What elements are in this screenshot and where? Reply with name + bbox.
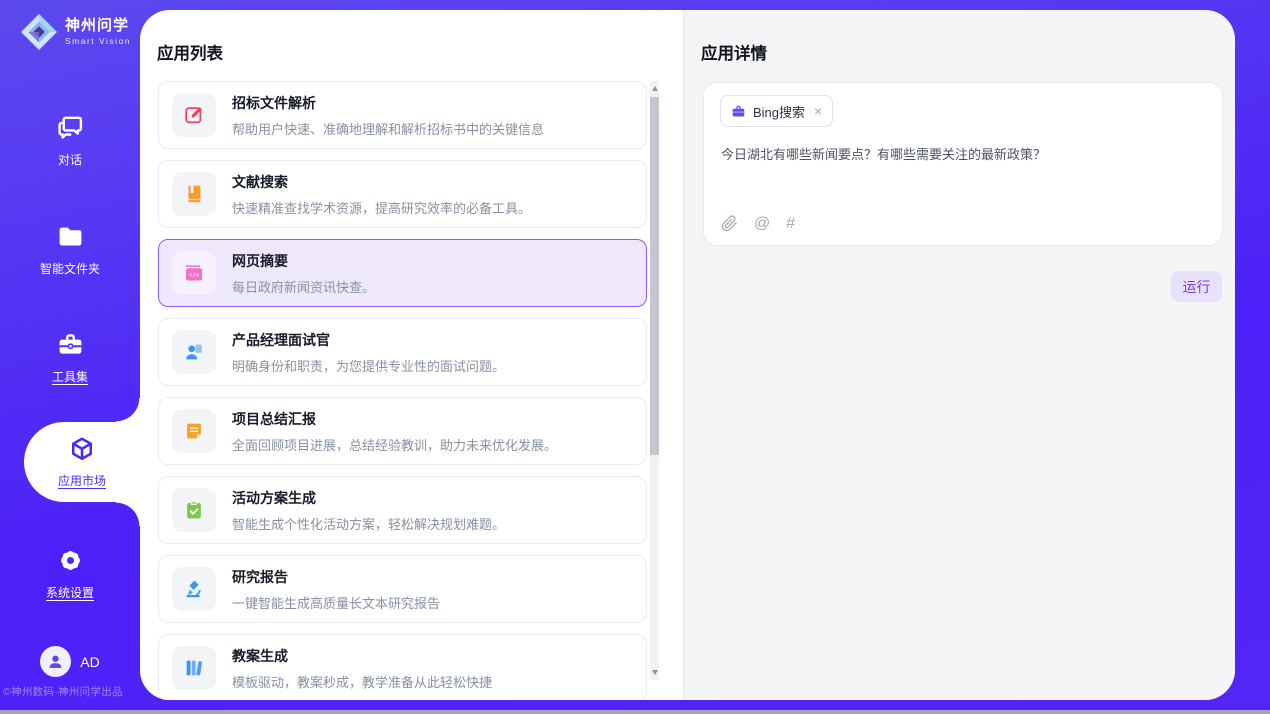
person-icon	[46, 652, 65, 671]
interviewer-icon	[172, 330, 216, 374]
app-item-webpage-summary[interactable]: </> 网页摘要 每日政府新闻资讯快查。	[158, 239, 647, 307]
app-item-pm-interviewer[interactable]: 产品经理面试官 明确身份和职责，为您提供专业性的面试问题。	[158, 318, 647, 386]
lesson-plan-icon	[172, 646, 216, 690]
bid-document-icon	[172, 93, 216, 137]
app-title: 活动方案生成	[232, 488, 505, 508]
sidebar-item-label: 对话	[58, 151, 82, 168]
cube-icon	[67, 435, 97, 465]
avatar	[40, 646, 71, 677]
app-detail-panel: 应用详情 Bing搜索 × 今日湖北有哪些新闻要点？有哪些需要关注的最新政策？ …	[683, 10, 1235, 700]
app-desc: 模板驱动，教案秒成，教学准备从此轻松快捷	[232, 672, 492, 691]
sidebar-item-app-market[interactable]: 应用市场	[24, 422, 140, 502]
app-title: 网页摘要	[232, 251, 375, 271]
triangle-up-icon	[652, 86, 658, 91]
diamond-logo-icon	[20, 13, 58, 51]
toolbox-icon	[56, 330, 85, 359]
user-initials: AD	[80, 654, 99, 670]
literature-search-icon	[172, 172, 216, 216]
attachment-toolbar: @ #	[721, 215, 795, 232]
app-desc: 明确身份和职责，为您提供专业性的面试问题。	[232, 356, 505, 375]
list-scrollbar[interactable]	[650, 81, 659, 680]
webpage-summary-icon: </>	[172, 251, 216, 295]
run-button[interactable]: 运行	[1171, 271, 1222, 302]
scroll-down-button[interactable]	[650, 665, 659, 680]
user-account[interactable]: AD	[0, 646, 140, 677]
app-title: 产品经理面试官	[232, 330, 505, 350]
brand-subtitle: Smart Vision	[65, 36, 131, 46]
folder-icon	[56, 222, 85, 251]
app-desc: 帮助用户快速、准确地理解和解析招标书中的关键信息	[232, 119, 544, 138]
project-summary-icon	[172, 409, 216, 453]
svg-text:</>: </>	[189, 272, 200, 279]
hash-icon[interactable]: #	[786, 216, 795, 232]
window-bottom-edge	[0, 710, 1270, 714]
mention-icon[interactable]: @	[754, 216, 770, 232]
gear-icon	[56, 546, 85, 575]
paperclip-icon[interactable]	[721, 215, 738, 232]
app-item-bid-parse[interactable]: 招标文件解析 帮助用户快速、准确地理解和解析招标书中的关键信息	[158, 81, 647, 149]
active-tab-curve-bottom	[116, 502, 140, 526]
tag-close-icon[interactable]: ×	[814, 104, 822, 118]
scrollbar-thumb[interactable]	[650, 97, 659, 455]
app-detail-title: 应用详情	[701, 40, 767, 64]
app-title: 项目总结汇报	[232, 409, 557, 429]
app-title: 研究报告	[232, 567, 440, 587]
tool-tag-label: Bing搜索	[753, 102, 805, 121]
app-desc: 每日政府新闻资讯快查。	[232, 277, 375, 296]
sidebar-item-label: 工具集	[52, 368, 88, 385]
app-list: 招标文件解析 帮助用户快速、准确地理解和解析招标书中的关键信息 文献搜索 快速精…	[158, 81, 647, 700]
app-desc: 智能生成个性化活动方案，轻松解决规划难题。	[232, 514, 505, 533]
app-desc: 一键智能生成高质量长文本研究报告	[232, 593, 440, 612]
app-list-title: 应用列表	[157, 40, 223, 64]
tool-tag-bing-search[interactable]: Bing搜索 ×	[720, 95, 833, 127]
chat-icon	[56, 113, 85, 142]
triangle-down-icon	[652, 670, 658, 675]
prompt-card: Bing搜索 × 今日湖北有哪些新闻要点？有哪些需要关注的最新政策？ @ #	[703, 82, 1223, 246]
prompt-input[interactable]: 今日湖北有哪些新闻要点？有哪些需要关注的最新政策？	[721, 145, 1206, 165]
sidebar-item-toolbox[interactable]: 工具集	[0, 330, 140, 385]
active-tab-curve-top	[116, 398, 140, 422]
app-title: 招标文件解析	[232, 93, 544, 113]
app-list-panel: 应用列表 招标文件解析 帮助用户快速、准确地理解和解析招标书中的关键信息	[140, 10, 683, 700]
app-item-event-plan[interactable]: 活动方案生成 智能生成个性化活动方案，轻松解决规划难题。	[158, 476, 647, 544]
app-item-project-summary[interactable]: 项目总结汇报 全面回顾项目进展，总结经验教训，助力未来优化发展。	[158, 397, 647, 465]
sidebar-item-label: 应用市场	[58, 472, 106, 489]
app-desc: 快速精准查找学术资源，提高研究效率的必备工具。	[232, 198, 531, 217]
sidebar-item-chat[interactable]: 对话	[0, 113, 140, 168]
app-title: 教案生成	[232, 646, 492, 666]
copyright-text: ©神州数码·神州问学出品	[3, 684, 143, 699]
event-plan-icon	[172, 488, 216, 532]
sidebar-item-settings[interactable]: 系统设置	[0, 546, 140, 601]
app-item-lesson-plan[interactable]: 教案生成 模板驱动，教案秒成，教学准备从此轻松快捷	[158, 634, 647, 700]
brand-name: 神州问学	[65, 18, 131, 35]
brand-logo: 神州问学 Smart Vision	[20, 13, 131, 51]
sidebar-item-label: 智能文件夹	[40, 260, 100, 277]
scroll-up-button[interactable]	[650, 81, 659, 96]
app-item-literature-search[interactable]: 文献搜索 快速精准查找学术资源，提高研究效率的必备工具。	[158, 160, 647, 228]
sidebar-item-smart-folder[interactable]: 智能文件夹	[0, 222, 140, 277]
briefcase-icon	[731, 104, 746, 119]
app-title: 文献搜索	[232, 172, 531, 192]
sidebar: 神州问学 Smart Vision 对话 智能文件夹 工具集	[0, 0, 140, 714]
app-desc: 全面回顾项目进展，总结经验教训，助力未来优化发展。	[232, 435, 557, 454]
research-report-icon	[172, 567, 216, 611]
main-content: 应用列表 招标文件解析 帮助用户快速、准确地理解和解析招标书中的关键信息	[140, 10, 1235, 700]
sidebar-item-label: 系统设置	[46, 584, 94, 601]
app-item-research-report[interactable]: 研究报告 一键智能生成高质量长文本研究报告	[158, 555, 647, 623]
